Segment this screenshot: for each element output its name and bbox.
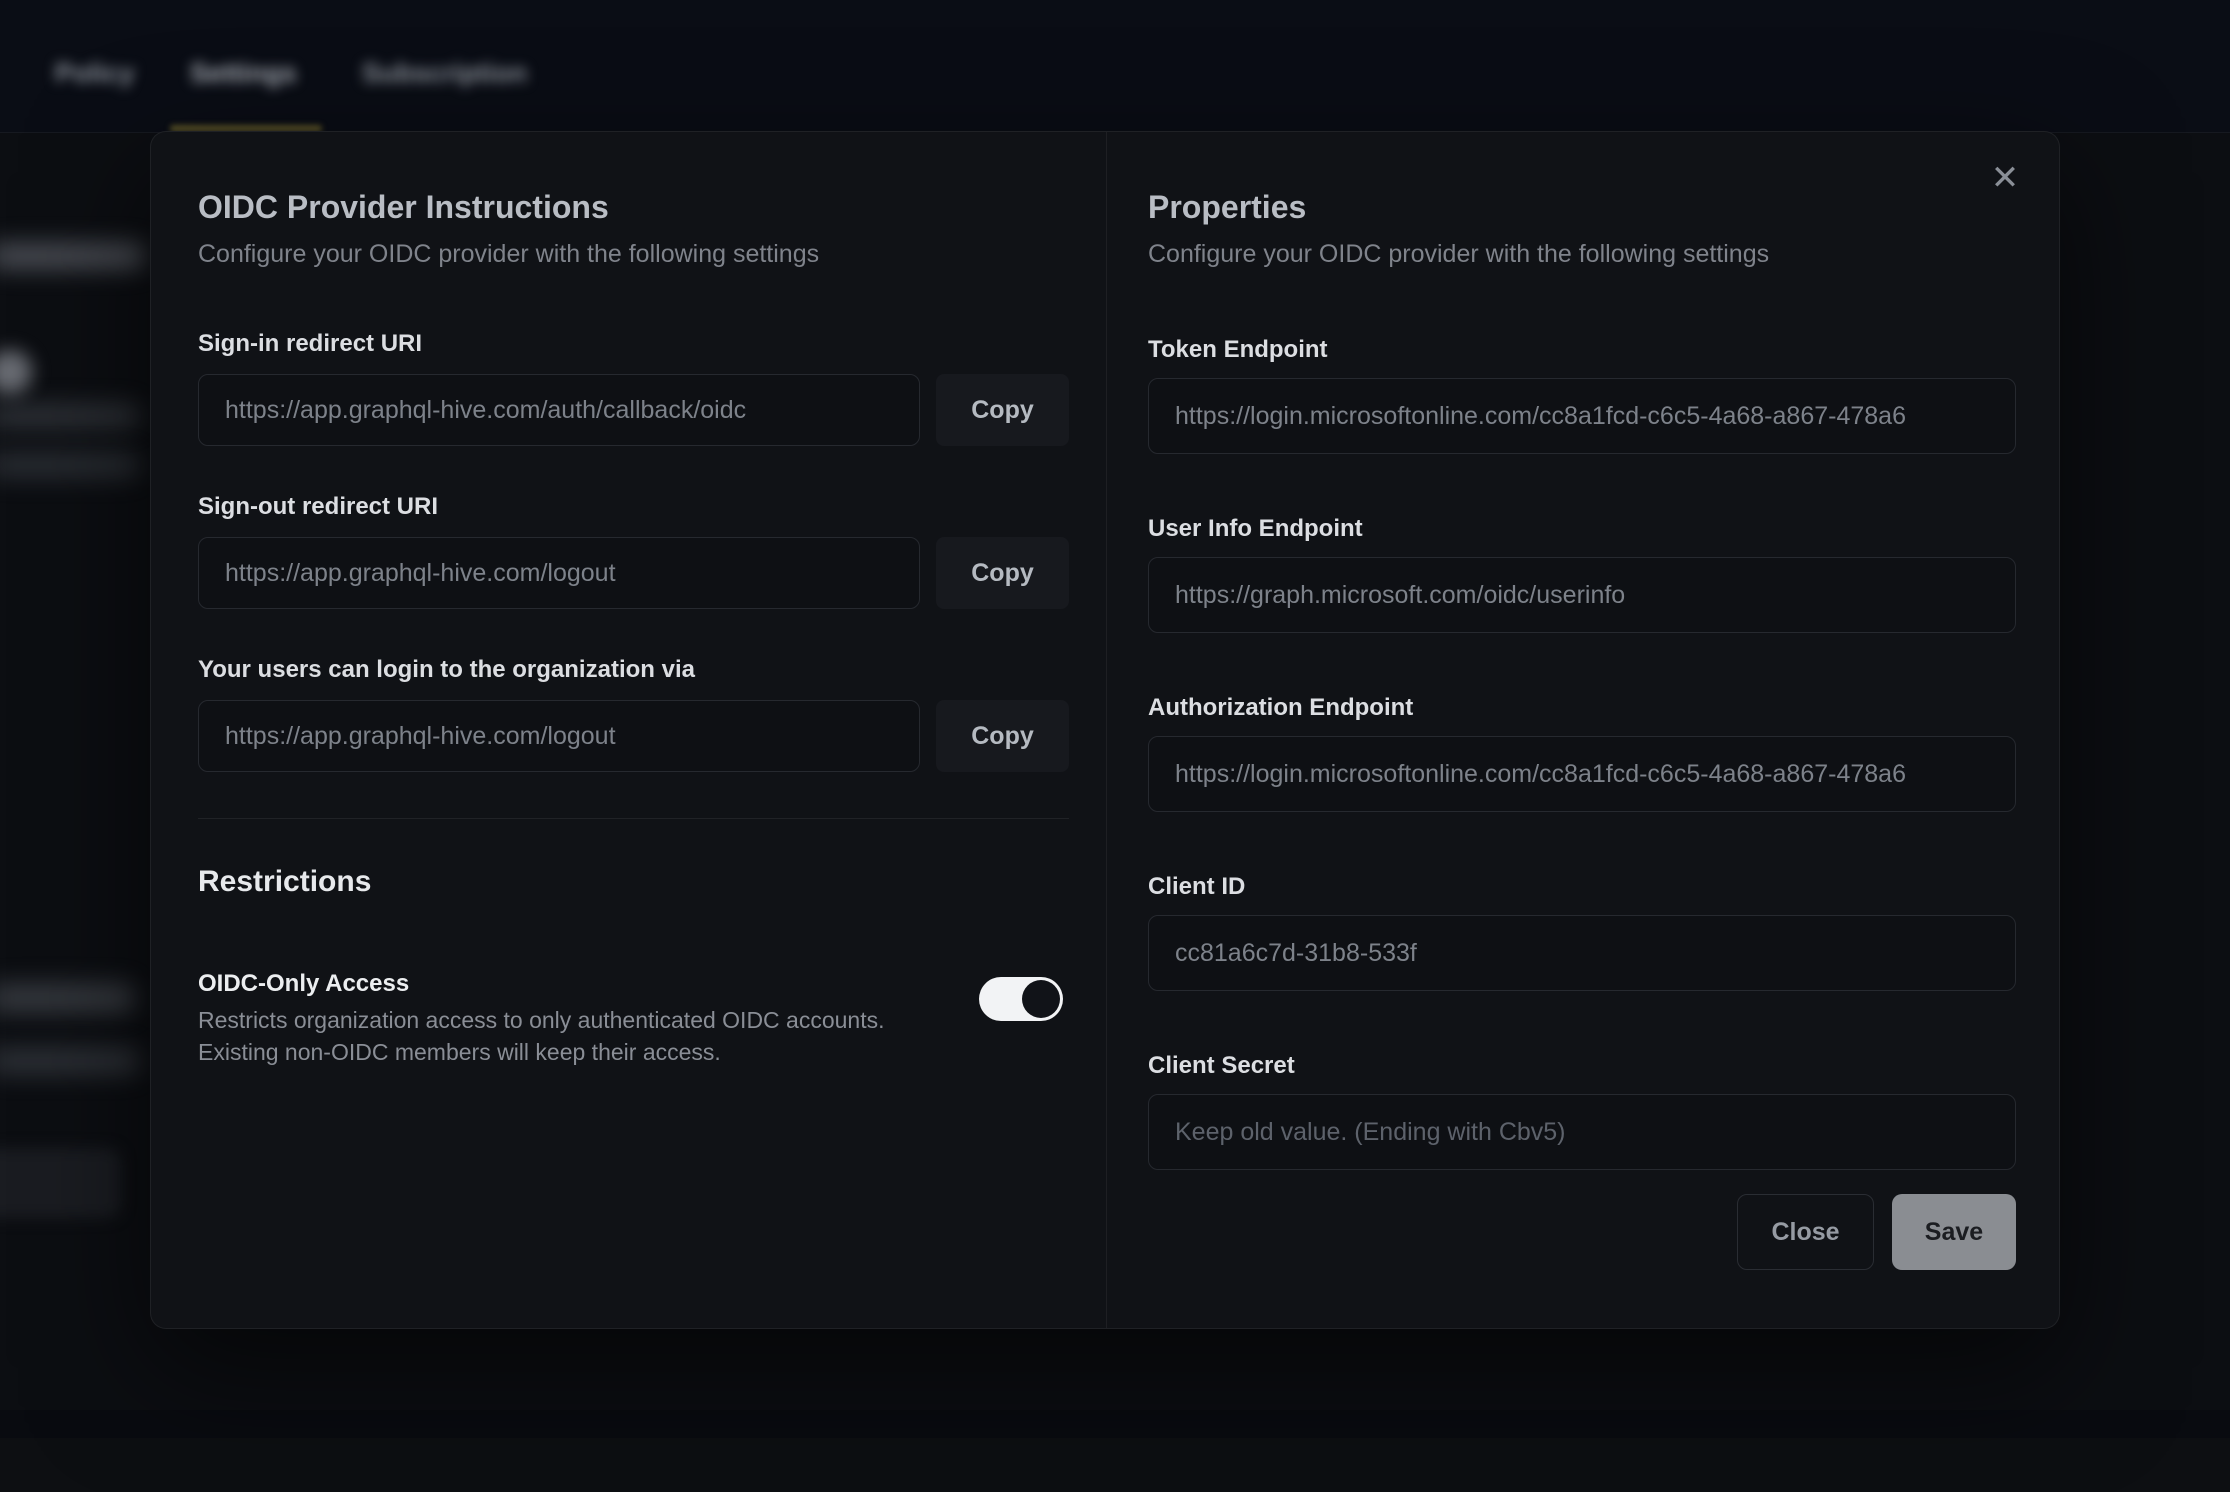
tab-settings[interactable]: Settings xyxy=(190,58,297,89)
oidc-settings-dialog: ✕ OIDC Provider Instructions Configure y… xyxy=(150,131,2060,1329)
properties-section: Properties Configure your OIDC provider … xyxy=(1148,187,2016,1270)
token-endpoint-label: Token Endpoint xyxy=(1148,333,2016,366)
copy-sign-out-uri-button[interactable]: Copy xyxy=(936,537,1069,609)
client-id-label: Client ID xyxy=(1148,870,2016,903)
user-info-endpoint-label: User Info Endpoint xyxy=(1148,512,2016,545)
sign-out-redirect-uri-input[interactable] xyxy=(198,537,920,609)
blurred-background-text xyxy=(0,243,145,269)
copy-sign-in-uri-button[interactable]: Copy xyxy=(936,374,1069,446)
client-id-input[interactable] xyxy=(1148,915,2016,991)
authorization-endpoint-input[interactable] xyxy=(1148,736,2016,812)
column-divider xyxy=(1106,132,1107,1328)
sign-in-redirect-uri-label: Sign-in redirect URI xyxy=(198,327,1069,360)
oidc-only-access-toggle[interactable] xyxy=(979,977,1063,1021)
properties-subtitle: Configure your OIDC provider with the fo… xyxy=(1148,237,2016,271)
tab-policy[interactable]: Policy xyxy=(55,58,135,89)
blurred-background-text xyxy=(0,404,140,428)
oidc-only-access-description: Restricts organization access to only au… xyxy=(198,1004,928,1068)
page-root: Policy Settings Subscription ✕ OIDC Prov… xyxy=(0,0,2230,1492)
login-via-input[interactable] xyxy=(198,700,920,772)
login-via-label: Your users can login to the organization… xyxy=(198,653,1069,686)
properties-title: Properties xyxy=(1148,187,2016,227)
blurred-background-text xyxy=(0,983,135,1013)
blurred-background-button xyxy=(0,1148,121,1218)
client-secret-input[interactable] xyxy=(1148,1094,2016,1170)
save-button[interactable]: Save xyxy=(1892,1194,2016,1270)
copy-login-via-button[interactable]: Copy xyxy=(936,700,1069,772)
oidc-only-access-row: OIDC-Only Access Restricts organization … xyxy=(198,967,1069,1068)
oidc-only-access-label: OIDC-Only Access xyxy=(198,967,928,1000)
background-header: Policy Settings Subscription xyxy=(0,0,2230,133)
sign-out-redirect-uri-label: Sign-out redirect URI xyxy=(198,490,1069,523)
instructions-title: OIDC Provider Instructions xyxy=(198,187,1069,227)
background-band xyxy=(0,1438,2230,1492)
description-line-1: Restricts organization access to only au… xyxy=(198,1007,885,1033)
instructions-subtitle: Configure your OIDC provider with the fo… xyxy=(198,237,1069,271)
sign-in-redirect-uri-input[interactable] xyxy=(198,374,920,446)
blurred-background-text xyxy=(0,1047,140,1075)
blurred-background-avatar xyxy=(0,350,32,394)
section-divider xyxy=(198,818,1069,819)
tab-subscription[interactable]: Subscription xyxy=(362,58,527,89)
dialog-actions: Close Save xyxy=(1148,1194,2016,1270)
authorization-endpoint-label: Authorization Endpoint xyxy=(1148,691,2016,724)
restrictions-title: Restrictions xyxy=(198,863,1069,901)
oidc-only-access-text: OIDC-Only Access Restricts organization … xyxy=(198,967,928,1068)
background-band xyxy=(0,1410,2230,1438)
client-secret-label: Client Secret xyxy=(1148,1049,2016,1082)
oidc-instructions-section: OIDC Provider Instructions Configure you… xyxy=(198,187,1069,1068)
user-info-endpoint-input[interactable] xyxy=(1148,557,2016,633)
token-endpoint-input[interactable] xyxy=(1148,378,2016,454)
close-button[interactable]: Close xyxy=(1737,1194,1874,1270)
blurred-background-text xyxy=(0,452,140,478)
description-line-2: Existing non-OIDC members will keep thei… xyxy=(198,1039,721,1065)
